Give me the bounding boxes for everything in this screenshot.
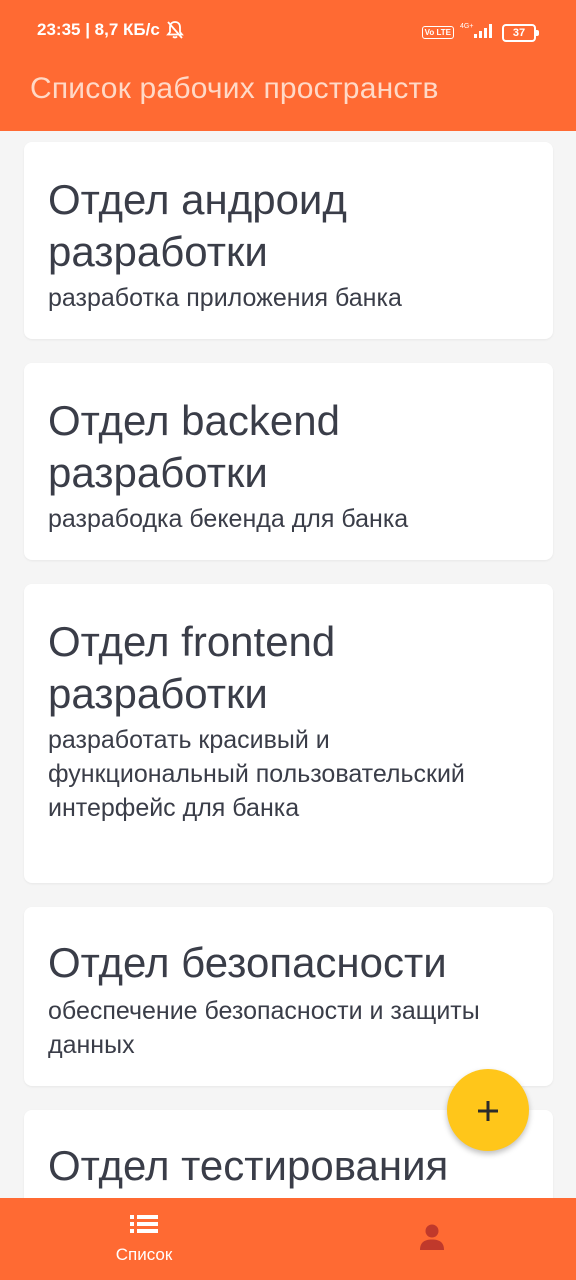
signal-icon: 4G+	[460, 21, 496, 44]
workspace-description: обеспечение безопасности и защиты данных	[48, 997, 480, 1059]
workspace-title: Отдел backend разработки	[48, 397, 340, 496]
status-bar: 23:35 | 8,7 КБ/с Vo LTE 4G+ 37	[0, 0, 576, 64]
workspace-title: Отдел безопасности	[48, 939, 447, 986]
workspace-card[interactable]: Отдел безопасности обеспечение безопасно…	[24, 907, 553, 1086]
workspace-list[interactable]: Отдел андроид разработки разработка прил…	[0, 131, 576, 1198]
page-title: Список рабочих пространств	[30, 72, 439, 105]
status-time-speed: 23:35 | 8,7 КБ/с	[37, 20, 160, 39]
status-right: Vo LTE 4G+ 37	[421, 21, 539, 44]
workspace-card[interactable]: Отдел frontend разработки разработать кр…	[24, 584, 553, 883]
workspace-card[interactable]: Отдел андроид разработки разработка прил…	[24, 142, 553, 339]
profile-icon	[418, 1223, 446, 1256]
status-left: 23:35 | 8,7 КБ/с	[37, 20, 184, 40]
bottom-navigation: Список	[0, 1198, 576, 1280]
bell-off-icon	[165, 20, 184, 40]
workspace-title: Отдел frontend разработки	[48, 618, 336, 717]
top-app-bar: 23:35 | 8,7 КБ/с Vo LTE 4G+ 37 Список ра…	[0, 0, 576, 131]
battery-icon: 37	[502, 23, 539, 42]
workspace-title: Отдел андроид разработки	[48, 176, 347, 275]
app-screen: 23:35 | 8,7 КБ/с Vo LTE 4G+ 37 Список ра…	[0, 0, 576, 1280]
plus-icon	[476, 1088, 500, 1133]
nav-item-list[interactable]: Список	[94, 1198, 194, 1280]
add-workspace-button[interactable]	[447, 1069, 529, 1151]
workspace-description: разработка приложения банка	[48, 284, 402, 312]
workspace-description: разрабодка бекенда для банка	[48, 505, 409, 533]
workspace-description: разработать красивый и функциональный по…	[48, 726, 465, 822]
workspace-card[interactable]: Отдел backend разработки разрабодка беке…	[24, 363, 553, 560]
svg-text:4G+: 4G+	[460, 23, 473, 30]
workspace-title: Отдел тестирования	[48, 1142, 449, 1189]
nav-item-label: Список	[115, 1244, 173, 1264]
list-icon	[130, 1214, 158, 1239]
nav-item-profile[interactable]	[392, 1198, 472, 1280]
volte-icon: Vo LTE	[421, 26, 454, 39]
